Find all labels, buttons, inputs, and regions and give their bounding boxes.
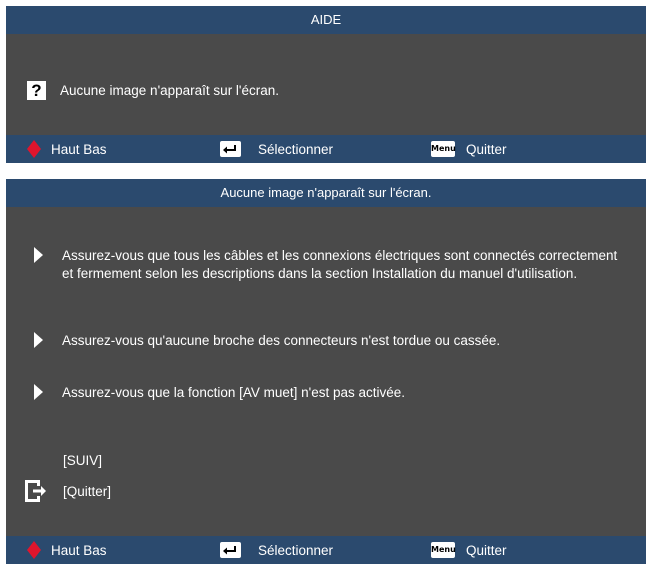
footer-select: Sélectionner (220, 536, 333, 564)
question-icon: ? (27, 81, 46, 100)
exit-icon (25, 480, 46, 502)
footer-quit-label: Quitter (466, 542, 507, 558)
quit-option-label: [Quitter] (63, 483, 112, 499)
bullet-icon (34, 247, 43, 263)
footer-nav-label: Haut Bas (51, 542, 107, 558)
footer-quit: Menu Quitter (431, 135, 507, 163)
footer-quit: Menu Quitter (431, 536, 507, 564)
up-down-arrows-icon (26, 540, 42, 560)
detail-footer: Haut Bas Sélectionner Menu Quitter (6, 536, 646, 564)
footer-nav: Haut Bas (26, 135, 107, 163)
help-question-text: Aucune image n'apparaît sur l'écran. (60, 83, 280, 98)
help-footer: Haut Bas Sélectionner Menu Quitter (6, 135, 646, 163)
enter-key-icon (220, 542, 241, 558)
tip-2: Assurez-vous qu'aucune broche des connec… (62, 333, 501, 348)
help-question-item[interactable]: ? Aucune image n'apparaît sur l'écran. (27, 81, 279, 100)
bullet-icon (34, 332, 43, 348)
detail-panel: Aucune image n'apparaît sur l'écran. Ass… (6, 179, 646, 564)
up-down-arrows-icon (26, 139, 42, 159)
footer-quit-label: Quitter (466, 141, 507, 157)
tip-1: Assurez-vous que tous les câbles et les … (62, 248, 618, 281)
detail-panel-title: Aucune image n'apparaît sur l'écran. (6, 179, 646, 207)
menu-key-icon: Menu (431, 542, 456, 558)
menu-key-icon: Menu (431, 141, 456, 157)
footer-select: Sélectionner (220, 135, 333, 163)
footer-nav-label: Haut Bas (51, 141, 107, 157)
quit-option[interactable]: [Quitter] (25, 480, 111, 502)
footer-select-label: Sélectionner (258, 542, 334, 558)
enter-key-icon (220, 141, 241, 157)
footer-nav: Haut Bas (26, 536, 107, 564)
help-panel-title: AIDE (6, 6, 646, 34)
bullet-icon (34, 384, 43, 400)
footer-select-label: Sélectionner (258, 141, 334, 157)
help-panel: AIDE ? Aucune image n'apparaît sur l'écr… (6, 6, 646, 163)
next-option[interactable]: [SUIV] (63, 453, 102, 468)
tip-3: Assurez-vous que la fonction [AV muet] n… (62, 385, 406, 400)
